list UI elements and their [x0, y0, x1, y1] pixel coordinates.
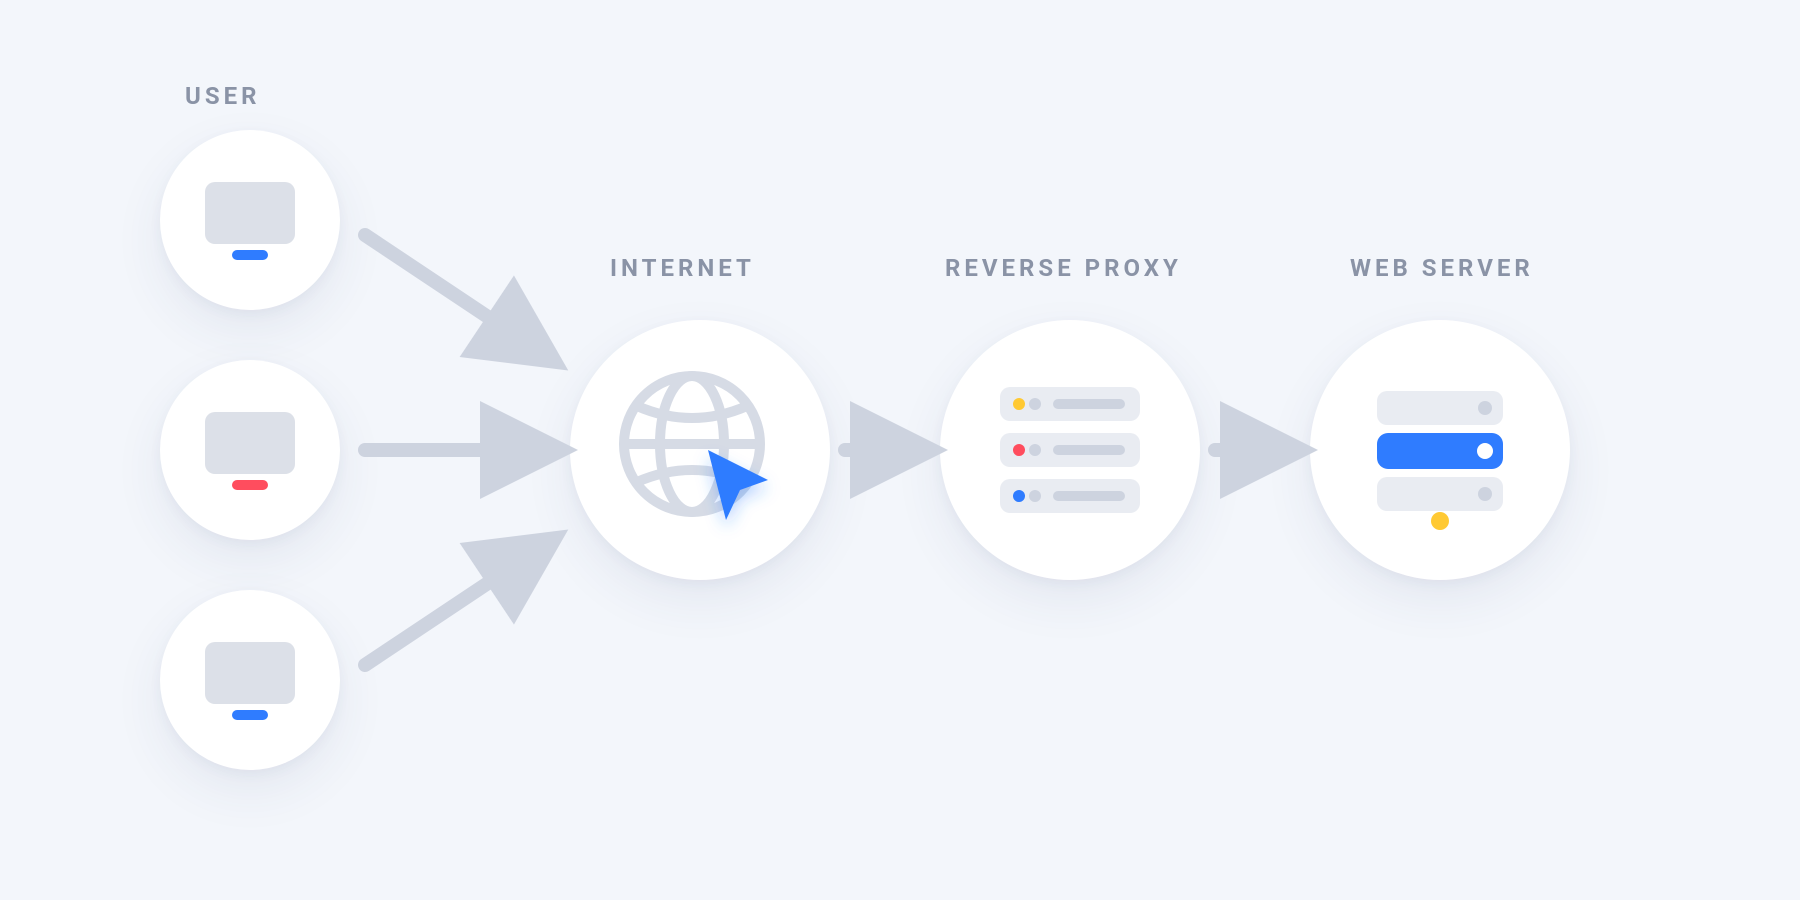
arrow-user3-internet [365, 545, 545, 665]
arrow-user1-internet [365, 235, 545, 355]
flow-arrows [0, 0, 1800, 900]
diagram-stage: USER INTERNET REVERSE PROXY WEB SERVER [0, 0, 1800, 900]
